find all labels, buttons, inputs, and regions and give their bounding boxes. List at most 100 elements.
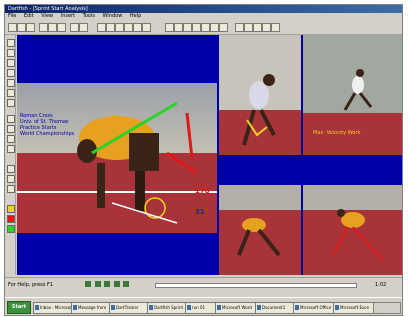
play-icon[interactable] <box>165 23 174 32</box>
copy-icon[interactable] <box>48 23 57 32</box>
app-icon <box>257 305 261 310</box>
leg-line <box>352 226 384 261</box>
foot-highlight-circle <box>144 197 166 219</box>
step-forward-icon[interactable] <box>113 281 120 287</box>
angle-icon[interactable] <box>7 115 15 123</box>
text-icon[interactable] <box>7 99 15 107</box>
analysis-drawing-layer <box>91 101 198 224</box>
pen-icon[interactable] <box>7 49 15 57</box>
video-panel-bottom-middle[interactable] <box>219 185 301 275</box>
arrow-icon[interactable] <box>7 69 15 77</box>
timer-icon[interactable] <box>7 135 15 143</box>
toolbar <box>5 20 402 35</box>
athlete-figure <box>343 69 373 111</box>
overlay-icon[interactable] <box>142 23 151 32</box>
print-icon[interactable] <box>26 23 35 32</box>
video-panel-bottom-right[interactable] <box>303 185 402 275</box>
menu-view[interactable]: View <box>41 13 53 19</box>
menu-help[interactable]: Help <box>130 13 141 19</box>
ellipse-icon[interactable] <box>7 89 15 97</box>
cut-icon[interactable] <box>39 23 48 32</box>
green-color-icon[interactable] <box>7 225 15 233</box>
pointer-icon[interactable] <box>7 39 15 47</box>
start-button[interactable]: Start <box>7 301 31 314</box>
menu-window[interactable]: Window <box>103 13 123 19</box>
color-icon[interactable] <box>271 23 280 32</box>
app-icon <box>335 305 339 310</box>
line-icon[interactable] <box>7 59 15 67</box>
fast-forward-icon[interactable] <box>123 281 130 287</box>
camera-icon[interactable] <box>210 23 219 32</box>
event-name: World Championships <box>20 131 75 137</box>
main-video-panel[interactable]: Roman Cross Univ. of St. Thomas Practice… <box>17 83 217 233</box>
analysis-drawing-layer <box>246 119 268 137</box>
open-icon[interactable] <box>8 23 17 32</box>
athlete-figure <box>237 218 281 257</box>
app-icon <box>35 305 39 310</box>
line-tool-icon[interactable] <box>244 23 253 32</box>
step-back-icon[interactable] <box>94 281 101 287</box>
video-panel-top-middle[interactable] <box>219 35 301 155</box>
taskbar-item[interactable]: Microsoft Exce <box>333 302 377 314</box>
red-color-icon[interactable] <box>7 215 15 223</box>
record-icon[interactable] <box>192 23 201 32</box>
playback-controls <box>85 281 130 289</box>
angle-readout-bottom: 31 <box>195 208 205 216</box>
play-button-icon[interactable] <box>104 281 111 287</box>
pause-icon[interactable] <box>174 23 183 32</box>
stop-icon[interactable] <box>183 23 192 32</box>
drawing-tools-panel <box>5 35 16 275</box>
menu-bar: File Edit View Insert Tools Window Help <box>5 13 402 20</box>
app-icon <box>149 305 153 310</box>
rewind-icon[interactable] <box>85 281 91 287</box>
eraser-icon[interactable] <box>7 165 15 173</box>
menu-file[interactable]: File <box>8 13 16 19</box>
frame-icon[interactable] <box>201 23 210 32</box>
folder-icon[interactable] <box>219 23 228 32</box>
app-icon <box>217 305 221 310</box>
system-tray <box>373 302 401 314</box>
back-angle-line <box>91 101 178 155</box>
paste-icon[interactable] <box>57 23 66 32</box>
app-icon <box>111 305 115 310</box>
application-window: Dartfish - [Sprint Start Analysis] File … <box>4 4 403 316</box>
rectangle-icon[interactable] <box>7 79 15 87</box>
timeline-scrubber[interactable] <box>155 283 357 288</box>
video-panel-top-right[interactable]: Max. Velocity Work <box>303 35 402 155</box>
trace-icon[interactable] <box>7 185 15 193</box>
menu-insert[interactable]: Insert <box>61 13 75 19</box>
app-icon <box>73 305 77 310</box>
redo-icon[interactable] <box>79 23 88 32</box>
ruler-icon[interactable] <box>7 125 15 133</box>
title-bar[interactable]: Dartfish - [Sprint Start Analysis] <box>5 5 402 13</box>
layout-icon[interactable] <box>115 23 124 32</box>
angle-readout-top: 178 <box>195 187 210 195</box>
angle-tool-icon[interactable] <box>235 23 244 32</box>
grid-tool-icon[interactable] <box>7 175 15 183</box>
highlight-icon[interactable] <box>7 205 15 213</box>
video-workspace: Roman Cross Univ. of St. Thomas Practice… <box>17 35 402 275</box>
menu-tools[interactable]: Tools <box>83 13 95 19</box>
leg-line-1 <box>185 112 194 159</box>
windows-taskbar: Start Inbox - Microsoft Message from Dar… <box>5 297 402 315</box>
caption-label: Max. Velocity Work <box>313 130 361 136</box>
app-icon <box>295 305 299 310</box>
status-bar: For Help, press F1 1:02 <box>5 277 402 292</box>
undo-icon[interactable] <box>70 23 79 32</box>
menu-edit[interactable]: Edit <box>24 13 34 19</box>
zoom-icon[interactable] <box>97 23 106 32</box>
save-icon[interactable] <box>17 23 26 32</box>
app-icon <box>187 305 191 310</box>
compare-icon[interactable] <box>133 23 142 32</box>
analysis-drawing-layer <box>332 226 384 261</box>
circle-tool-icon[interactable] <box>253 23 262 32</box>
grid-icon[interactable] <box>106 23 115 32</box>
time-readout: 1:02 <box>375 282 387 288</box>
text-tool-icon[interactable] <box>262 23 271 32</box>
leg-angle-polyline <box>246 119 268 137</box>
status-text: For Help, press F1 <box>8 282 54 288</box>
split-view-icon[interactable] <box>124 23 133 32</box>
athlete-info-block: Roman Cross Univ. of St. Thomas Practice… <box>20 113 74 137</box>
spotlight-icon[interactable] <box>7 145 15 153</box>
window-title: Dartfish - [Sprint Start Analysis] <box>8 6 88 12</box>
